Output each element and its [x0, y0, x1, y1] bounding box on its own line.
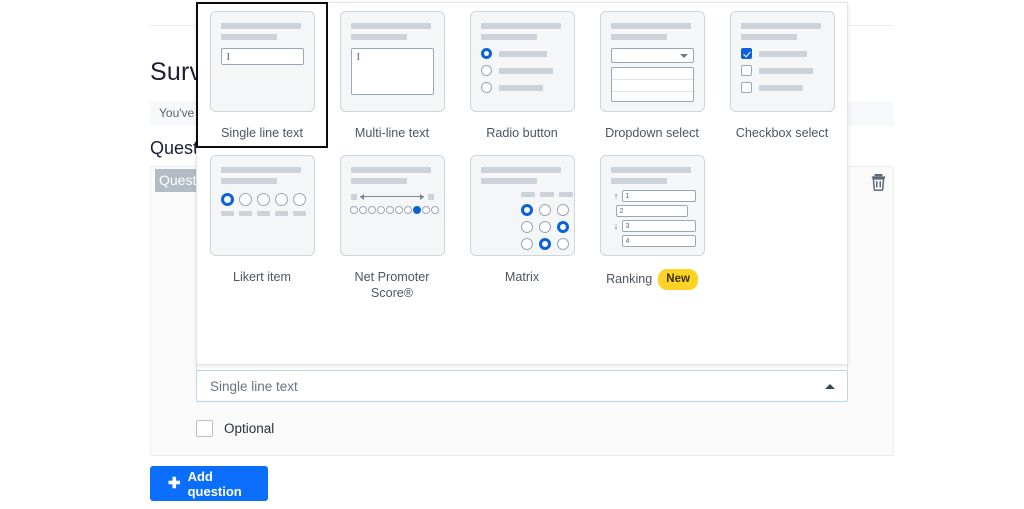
rank-item-2: 2 [615, 205, 688, 217]
option-matrix[interactable]: Matrix [457, 147, 587, 307]
option-ranking[interactable]: ↑ 1 2 ↓ 3 4 Ranking New [587, 147, 717, 307]
multi-line-text-icon: I [339, 11, 445, 112]
radio-button-icon [469, 11, 575, 112]
option-single-line-text[interactable]: I Single line text [196, 2, 328, 148]
question-type-select[interactable]: Single line text [196, 370, 848, 402]
delete-question-button[interactable] [860, 164, 896, 200]
likert-item-icon [209, 155, 315, 256]
arrow-up-icon: ↑ [613, 191, 619, 201]
add-question-button[interactable]: ✚ Add question [150, 466, 268, 501]
option-label: Checkbox select [735, 126, 829, 140]
option-checkbox-select[interactable]: Checkbox select [717, 3, 847, 147]
option-label: Matrix [504, 270, 540, 284]
option-label: Radio button [486, 126, 558, 140]
option-likert-item[interactable]: Likert item [197, 147, 327, 307]
optional-row[interactable]: Optional [196, 420, 274, 437]
option-label-text: Ranking [606, 271, 653, 286]
option-dropdown-select[interactable]: Dropdown select [587, 3, 717, 147]
question-type-dropdown-panel: I Single line text I Multi-line text Rad… [196, 2, 848, 365]
question-type-value: Single line text [210, 378, 298, 394]
add-question-label: Add question [187, 468, 242, 499]
optional-label: Optional [224, 421, 275, 436]
arrow-down-icon: ↓ [613, 221, 619, 231]
dropdown-select-icon [599, 11, 705, 112]
app-root: Surve You've c Questio Questio Single li… [0, 0, 1024, 509]
option-label: Multi-line text [354, 126, 430, 140]
new-badge: New [658, 269, 698, 290]
net-promoter-score-icon [339, 155, 445, 256]
option-multi-line-text[interactable]: I Multi-line text [327, 3, 457, 147]
rank-item-3: 3 [621, 220, 696, 232]
optional-checkbox[interactable] [196, 420, 213, 437]
trash-icon [871, 174, 885, 191]
option-label: Single line text [221, 126, 303, 140]
option-label: Dropdown select [605, 126, 699, 140]
rank-item-4: 4 [621, 235, 696, 247]
rank-item-1: 1 [621, 190, 696, 202]
checkbox-select-icon [729, 11, 835, 112]
option-radio-button[interactable]: Radio button [457, 3, 587, 147]
ranking-icon: ↑ 1 2 ↓ 3 4 [599, 155, 705, 256]
option-label: Likert item [232, 270, 292, 284]
matrix-icon [469, 155, 575, 256]
option-label: Net Promoter Score® [354, 270, 430, 300]
chevron-up-icon [825, 384, 835, 389]
option-label: Ranking New [606, 269, 698, 290]
option-net-promoter-score[interactable]: Net Promoter Score® [327, 147, 457, 307]
question-type-grid: I Single line text I Multi-line text Rad… [196, 2, 849, 307]
plus-icon: ✚ [168, 475, 181, 492]
single-line-text-icon: I [209, 11, 315, 112]
